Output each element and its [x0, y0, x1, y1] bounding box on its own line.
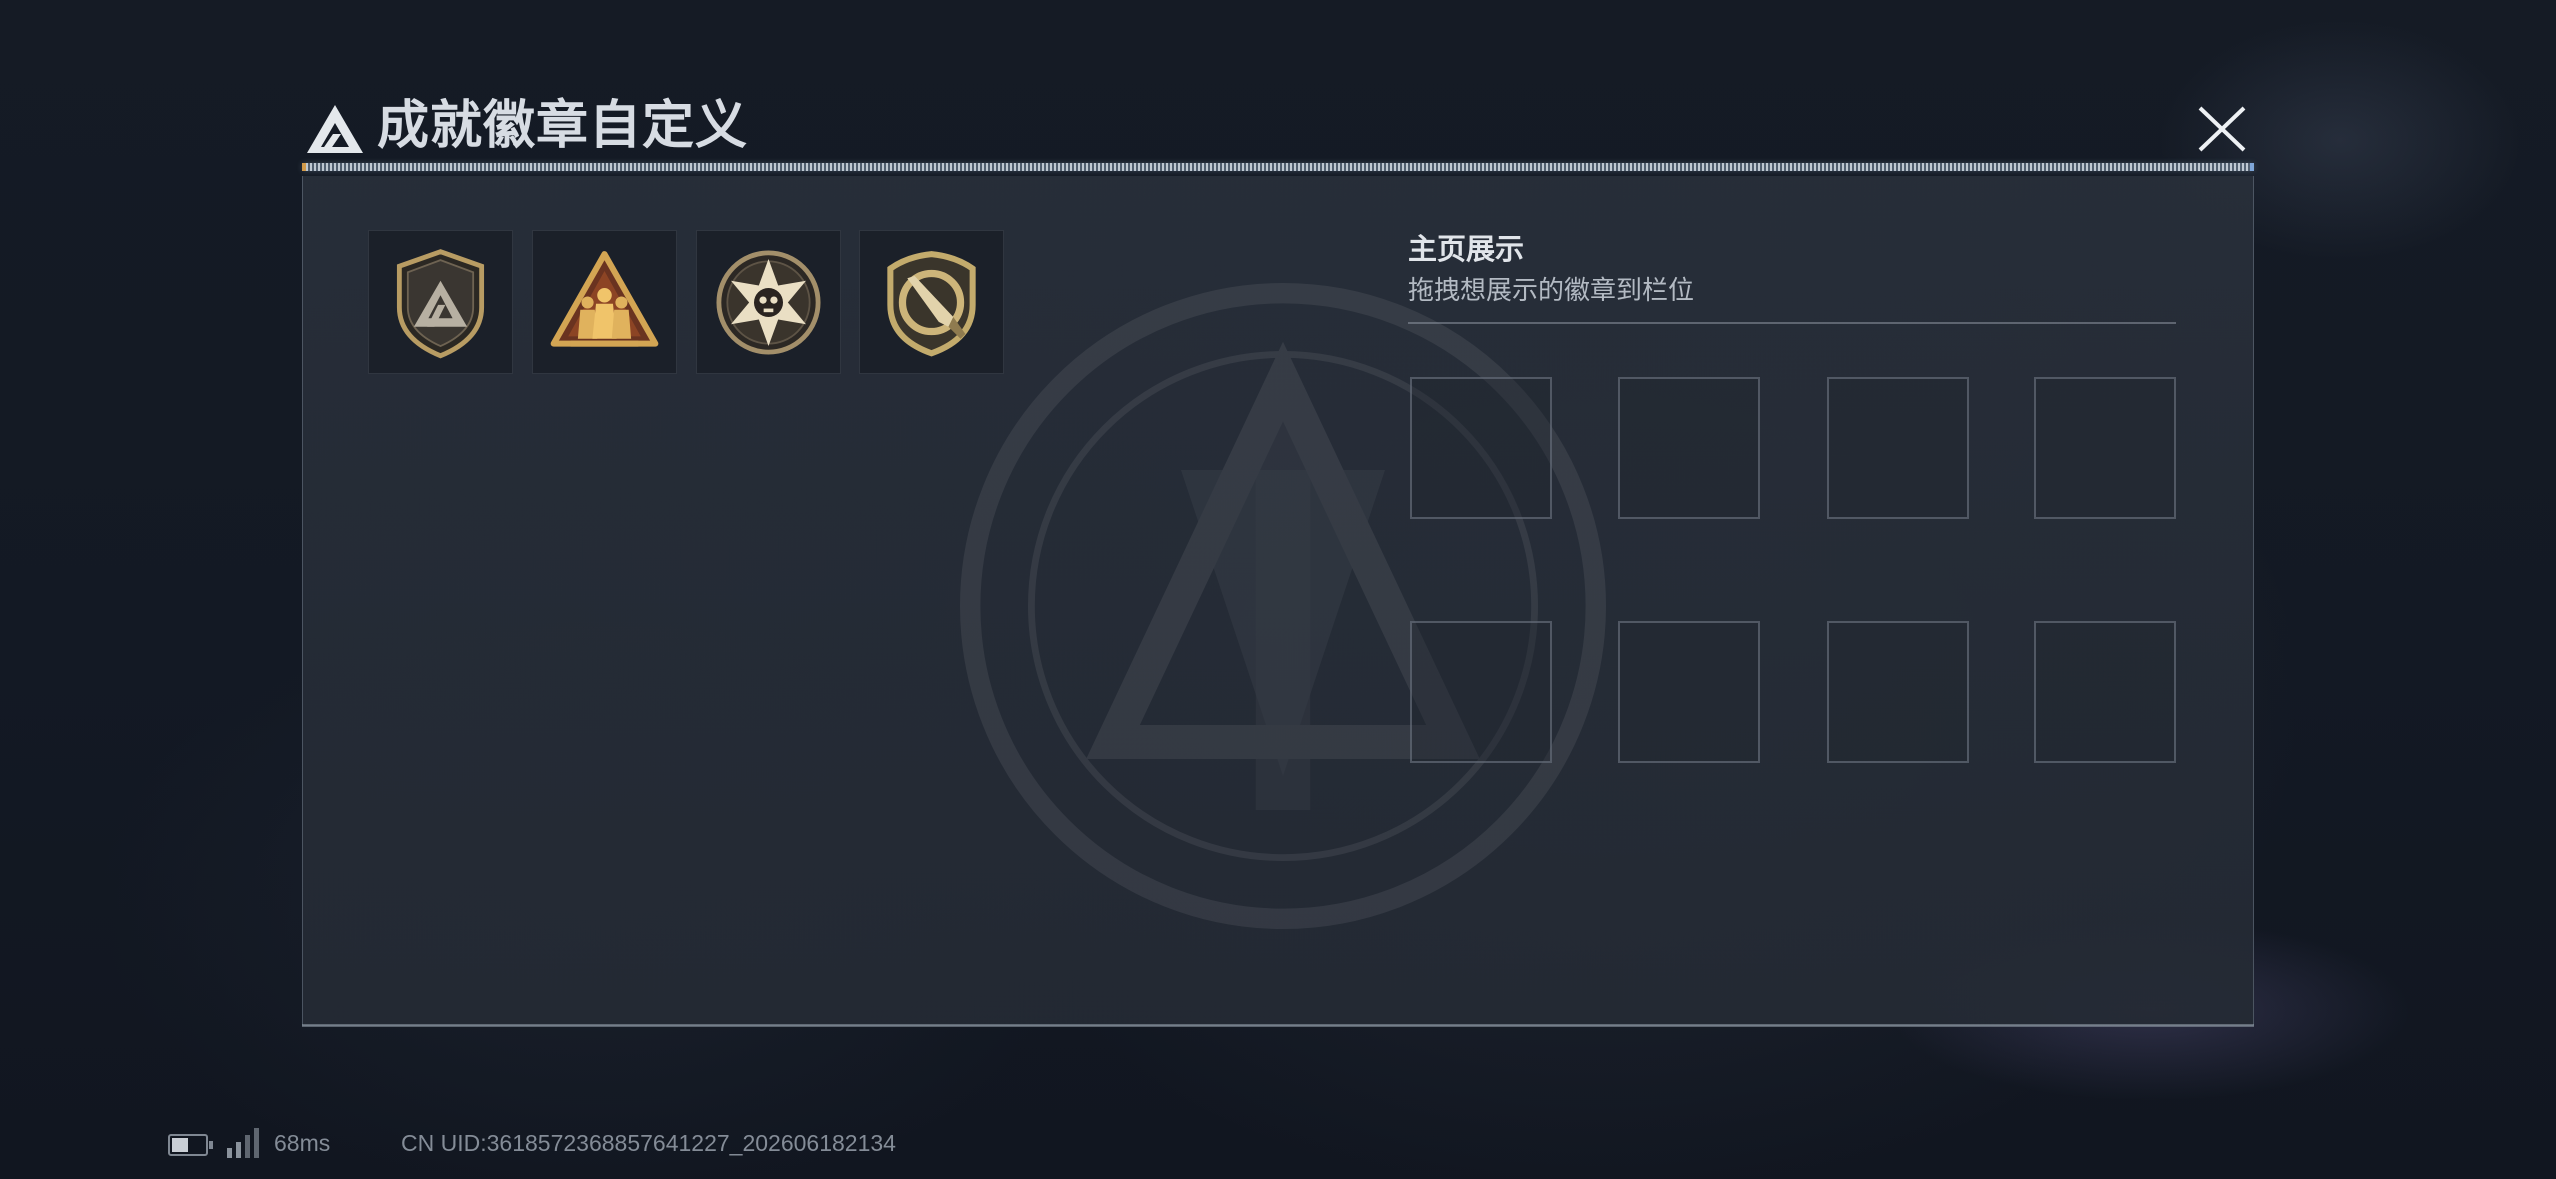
showcase-slot[interactable] [1410, 621, 1552, 763]
battery-icon [168, 1134, 213, 1156]
page-title: 成就徽章自定义 [377, 96, 749, 156]
triangle-shield-badge-icon [396, 249, 485, 359]
battery-level-fill [172, 1138, 188, 1152]
showcase-slot[interactable] [2034, 377, 2176, 519]
showcase-slot[interactable] [1410, 377, 1552, 519]
header-divider [302, 163, 2254, 171]
badge-triangle-shield[interactable] [368, 230, 513, 374]
panel-bottom-edge [302, 1024, 2254, 1027]
showcase-slot[interactable] [1618, 621, 1760, 763]
showcase-hint: 拖拽想展示的徽章到栏位 [1408, 276, 1695, 306]
badge-squad-triangle[interactable] [532, 230, 677, 374]
badge-knife-shield[interactable] [859, 230, 1004, 374]
showcase-slot[interactable] [1827, 377, 1969, 519]
squad-triangle-badge-icon [550, 251, 659, 347]
close-icon[interactable] [2192, 100, 2252, 158]
showcase-slot[interactable] [1827, 621, 1969, 763]
showcase-slot[interactable] [2034, 621, 2176, 763]
showcase-slot[interactable] [1618, 377, 1760, 519]
showcase-heading: 主页展示 [1408, 232, 1525, 266]
showcase-divider [1408, 322, 2176, 324]
ping-readout: 68ms [274, 1130, 331, 1156]
badge-star-skull[interactable] [696, 230, 841, 374]
signal-icon [227, 1128, 259, 1158]
knife-shield-badge-icon [887, 251, 976, 357]
background-emblem-icon [960, 283, 1606, 929]
star-skull-badge-icon [716, 250, 821, 355]
delta-logo-icon [307, 105, 363, 153]
player-uid: CN UID:3618572368857641227_202606182134 [401, 1130, 896, 1156]
